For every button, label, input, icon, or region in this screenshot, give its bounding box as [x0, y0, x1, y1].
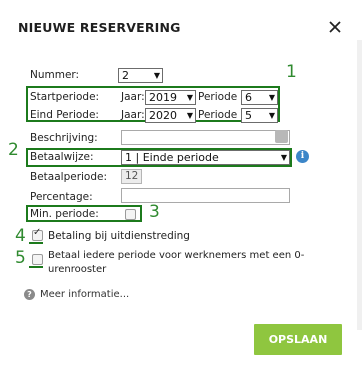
chevron-down-icon: ▼ [280, 153, 287, 162]
startperiode-jaar-value: 2019 [149, 91, 177, 104]
info-icon[interactable]: i [296, 150, 309, 163]
scrollbar[interactable] [357, 40, 362, 330]
startperiode-jaar-select[interactable]: 2019 ▼ [145, 90, 196, 105]
annotation-5: 5 [15, 248, 26, 268]
checkmark-icon: ✓ [33, 227, 42, 238]
chevron-down-icon: ▼ [186, 93, 193, 102]
nummer-label: Nummer: [30, 69, 80, 81]
startperiode-label: Startperiode: [30, 91, 100, 103]
eindperiode-jaar-select[interactable]: 2020 ▼ [145, 108, 196, 123]
eindperiode-label: Eind Periode: [30, 109, 99, 121]
new-reservation-dialog: NIEUWE RESERVERING 1 Nummer: 2 ▼ Startpe… [0, 0, 362, 371]
percentage-label: Percentage: [30, 191, 93, 203]
close-icon[interactable] [328, 20, 346, 38]
save-button[interactable]: OPSLAAN [254, 324, 342, 355]
chevron-down-icon: ▼ [186, 111, 193, 120]
chevron-down-icon: ▼ [153, 71, 160, 80]
percentage-input[interactable] [121, 188, 290, 203]
startperiode-periode-label: Periode : [198, 91, 245, 103]
chevron-down-icon: ▼ [268, 111, 275, 120]
dialog-title: NIEUWE RESERVERING [18, 20, 181, 35]
eindperiode-jaar-value: 2020 [149, 109, 177, 122]
betaalperiode-label: Betaalperiode: [30, 171, 108, 183]
betaling-uitdienst-label: Betaling bij uitdienstreding [48, 230, 190, 242]
min-periode-label: Min. periode: [30, 208, 99, 220]
help-icon: ? [24, 289, 35, 300]
nummer-value: 2 [122, 69, 129, 82]
checkbox-underline [29, 242, 43, 244]
betaalwijze-label: Betaalwijze: [30, 151, 94, 163]
annotation-2: 2 [8, 140, 19, 160]
startperiode-periode-select[interactable]: 6 ▼ [241, 90, 278, 105]
meer-informatie-link[interactable]: Meer informatie... [40, 289, 129, 300]
eindperiode-jaar-label: Jaar: [121, 109, 145, 121]
annotation-3: 3 [149, 202, 160, 222]
translate-icon[interactable] [275, 130, 288, 143]
min-periode-checkbox[interactable] [125, 209, 136, 220]
chevron-down-icon: ▼ [268, 93, 275, 102]
startperiode-periode-value: 6 [245, 91, 252, 104]
annotation-1: 1 [286, 62, 297, 82]
betaal-iedere-checkbox[interactable] [32, 254, 43, 265]
checkbox-underline [29, 266, 43, 268]
betaalperiode-field: 12 [121, 169, 142, 184]
betaal-iedere-label-line1: Betaal iedere periode voor werknemers me… [48, 250, 305, 261]
beschrijving-label: Beschrijving: [30, 132, 98, 144]
startperiode-jaar-label: Jaar: [121, 91, 145, 103]
betaalwijze-value: 1 | Einde periode [125, 151, 219, 164]
eindperiode-periode-select[interactable]: 5 ▼ [241, 108, 278, 123]
beschrijving-input[interactable] [121, 130, 290, 145]
eindperiode-periode-label: Periode : [198, 109, 245, 121]
nummer-select[interactable]: 2 ▼ [118, 68, 163, 83]
annotation-4: 4 [15, 226, 26, 246]
betaal-iedere-label-line2: urenrooster [48, 264, 107, 275]
eindperiode-periode-value: 5 [245, 109, 252, 122]
betaalwijze-select[interactable]: 1 | Einde periode ▼ [121, 150, 290, 165]
